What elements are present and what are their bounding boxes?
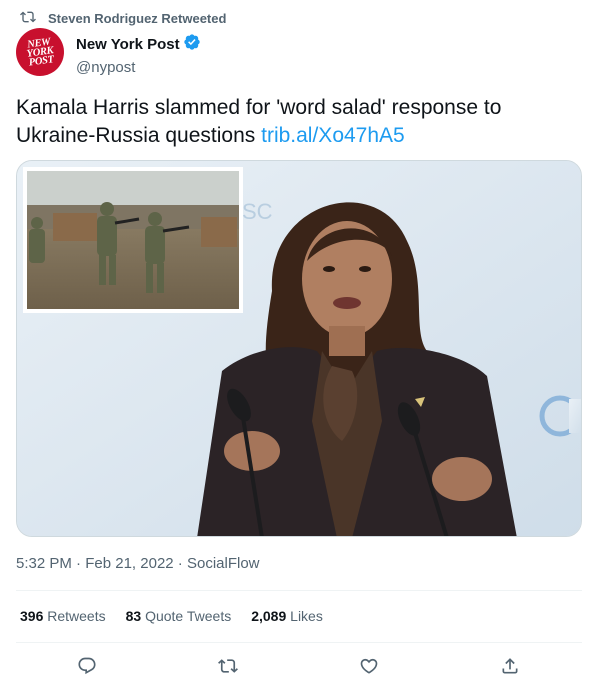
reply-button[interactable] (77, 656, 99, 678)
tweet-date[interactable]: Feb 21, 2022 (85, 555, 173, 572)
tweet-text: Kamala Harris slammed for 'word salad' r… (16, 94, 582, 150)
verified-badge-icon (183, 33, 201, 56)
retweets-stat[interactable]: 396 Retweets (20, 608, 106, 624)
author-handle[interactable]: @nypost (76, 59, 201, 76)
retweet-button[interactable] (218, 656, 240, 678)
meta-separator-2: · (177, 555, 183, 572)
like-button[interactable] (359, 656, 381, 678)
heart-icon (359, 658, 379, 680)
author-names: New York Post @nypost (76, 33, 201, 76)
likes-count: 2,089 (251, 608, 287, 624)
tweet-body: Kamala Harris slammed for 'word salad' r… (16, 96, 502, 147)
retweets-label: Retweets (47, 608, 106, 624)
meta-separator-1: · (76, 555, 82, 572)
avatar-text-3: POST (28, 53, 55, 69)
quote-tweets-stat[interactable]: 83 Quote Tweets (126, 608, 232, 624)
reply-icon (77, 657, 97, 680)
name-row: New York Post (76, 33, 201, 56)
tweet-time[interactable]: 5:32 PM (16, 555, 72, 572)
tweet-meta: 5:32 PM · Feb 21, 2022 · SocialFlow (16, 555, 260, 572)
likes-label: Likes (290, 608, 323, 624)
tweet-source[interactable]: SocialFlow (187, 555, 260, 572)
divider (16, 642, 582, 643)
quote-tweets-count: 83 (125, 608, 142, 624)
tweet-author: NEW YORK POST New York Post @nypost (12, 24, 201, 80)
share-icon (500, 658, 520, 680)
tweet-actions (0, 656, 598, 678)
tweet-media-image[interactable]: SC (16, 160, 582, 537)
retweet-banner[interactable]: Steven Rodriguez Retweeted (20, 9, 226, 28)
tweet-stats: 396 Retweets 83 Quote Tweets 2,089 Likes (20, 608, 323, 624)
quote-tweets-label: Quote Tweets (145, 608, 232, 624)
retweet-icon (218, 659, 238, 680)
retweets-count: 396 (20, 608, 44, 624)
share-button[interactable] (500, 656, 522, 678)
avatar[interactable]: NEW YORK POST (12, 24, 68, 80)
display-name[interactable]: New York Post (76, 36, 180, 53)
divider (16, 590, 582, 591)
tweet-link[interactable]: trib.al/Xo47hA5 (261, 124, 405, 147)
likes-stat[interactable]: 2,089 Likes (251, 608, 323, 624)
retweet-banner-label: Steven Rodriguez Retweeted (48, 11, 227, 26)
svg-text:SC: SC (242, 199, 273, 224)
retweet-icon (20, 9, 36, 28)
